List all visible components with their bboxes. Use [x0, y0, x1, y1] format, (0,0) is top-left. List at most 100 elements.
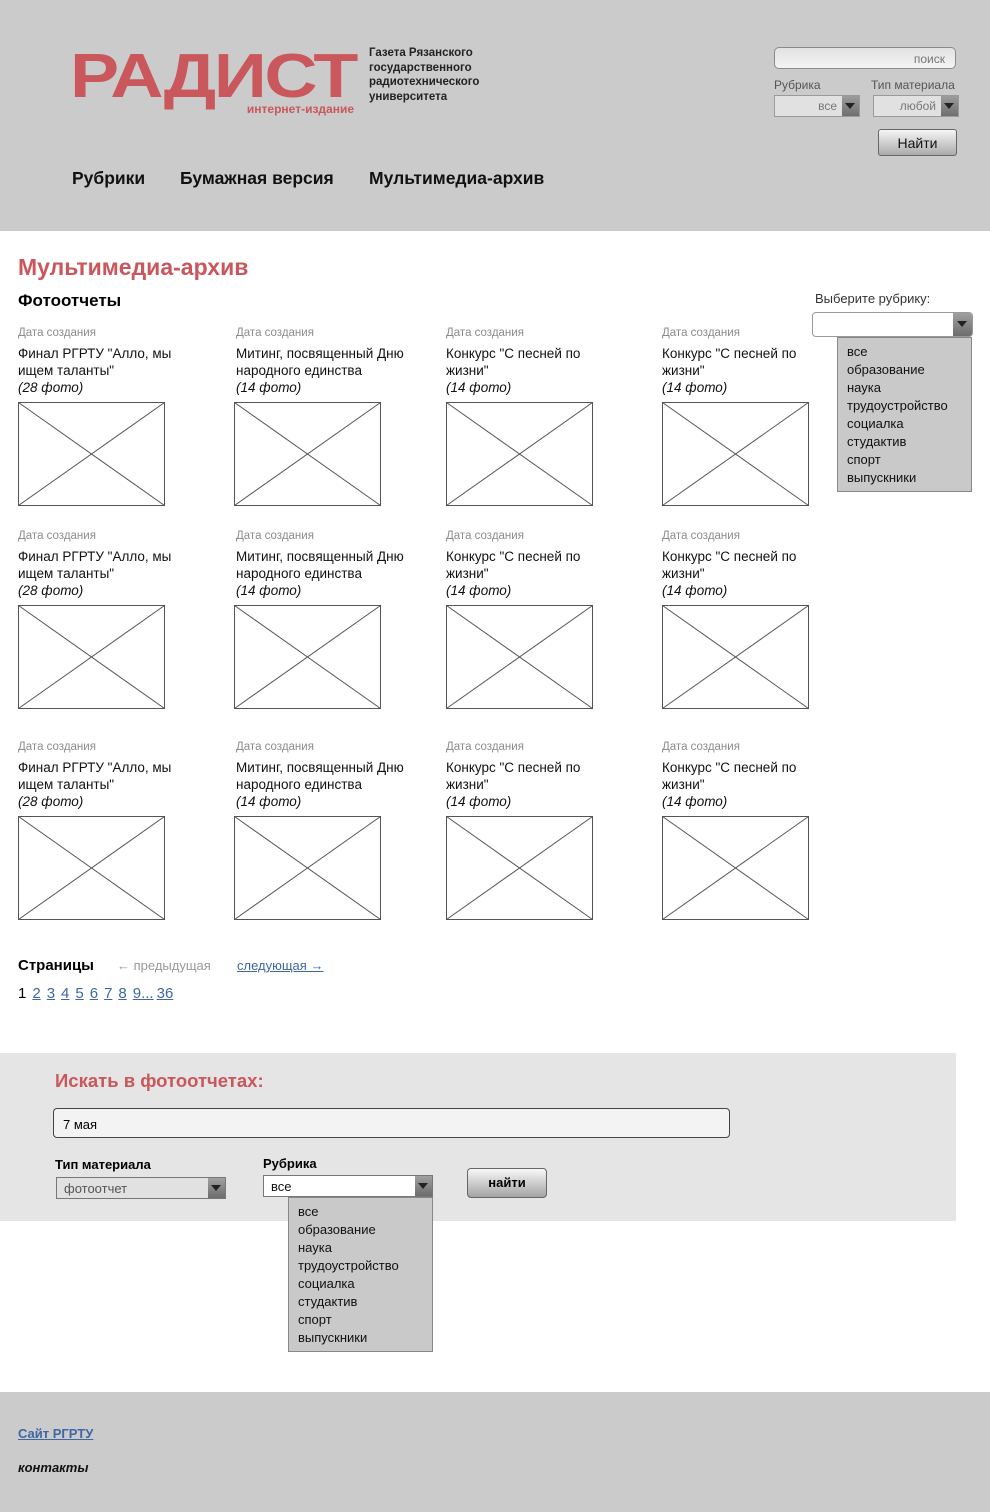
- card-title[interactable]: Конкурс "С песней по жизни": [662, 759, 824, 793]
- card-date: Дата создания: [236, 530, 314, 542]
- photo-report-card[interactable]: Дата создания Митинг, посвященный Дню нар…: [234, 530, 434, 710]
- image-placeholder-icon[interactable]: [446, 605, 594, 710]
- pagination-link[interactable]: 6: [90, 985, 98, 1002]
- dropdown-option[interactable]: студактив: [289, 1293, 432, 1311]
- footer-site-link[interactable]: Сайт РГРТУ: [18, 1426, 93, 1441]
- image-placeholder-icon[interactable]: [234, 816, 382, 921]
- image-placeholder-icon[interactable]: [18, 816, 166, 921]
- page-title: Мультимедиа-архив: [18, 254, 249, 280]
- dropdown-option[interactable]: социалка: [289, 1275, 432, 1293]
- chevron-down-icon[interactable]: [415, 1176, 432, 1196]
- pagination-link[interactable]: 3: [47, 985, 55, 1002]
- card-title[interactable]: Финал РГРТУ "Алло, мы ищем таланты": [18, 345, 180, 379]
- card-date: Дата создания: [18, 741, 96, 753]
- nav-item-rubrics[interactable]: Рубрики: [72, 168, 145, 189]
- card-title[interactable]: Митинг, посвященный Дню народного единст…: [236, 759, 416, 793]
- header-rubric-select[interactable]: все: [774, 95, 860, 117]
- card-title[interactable]: Конкурс "С песней по жизни": [446, 345, 608, 379]
- site-logo[interactable]: РАДИСТ интернет-издание: [70, 42, 361, 117]
- photo-search-title: Искать в фотоотчетах:: [55, 1070, 264, 1091]
- photo-report-card[interactable]: Дата создания Конкурс "С песней по жизни"…: [662, 530, 862, 710]
- photo-report-card[interactable]: Дата создания Митинг, посвященный Дню нар…: [234, 327, 434, 507]
- pagination-link[interactable]: 36: [157, 985, 174, 1002]
- chevron-down-icon[interactable]: [208, 1178, 225, 1198]
- site-tagline: Газета Рязанского государственного радио…: [369, 46, 499, 104]
- header-rubric-label: Рубрика: [774, 78, 821, 92]
- card-title[interactable]: Митинг, посвященный Дню народного единст…: [236, 345, 416, 379]
- photo-report-card[interactable]: Дата создания Конкурс "С песней по жизни"…: [446, 327, 646, 507]
- card-date: Дата создания: [446, 327, 524, 339]
- card-photo-count: (14 фото): [662, 583, 728, 598]
- card-title[interactable]: Конкурс "С песней по жизни": [446, 759, 608, 793]
- card-title[interactable]: Конкурс "С песней по жизни": [662, 345, 824, 379]
- card-photo-count: (14 фото): [236, 583, 302, 598]
- rubric-filter-label: Выберите рубрику:: [815, 291, 931, 306]
- card-date: Дата создания: [18, 530, 96, 542]
- image-placeholder-icon[interactable]: [662, 816, 810, 921]
- pagination-current: 1: [18, 985, 27, 1002]
- card-title[interactable]: Митинг, посвященный Дню народного единст…: [236, 548, 416, 582]
- card-title[interactable]: Финал РГРТУ "Алло, мы ищем таланты": [18, 759, 180, 793]
- header-find-button[interactable]: Найти: [878, 129, 957, 156]
- card-date: Дата создания: [446, 530, 524, 542]
- pagination-link[interactable]: 7: [104, 985, 112, 1002]
- pagination-link[interactable]: 4: [61, 985, 69, 1002]
- header-type-value: любой: [899, 99, 936, 113]
- image-placeholder-icon[interactable]: [234, 402, 382, 507]
- photo-report-card[interactable]: Дата создания Финал РГРТУ "Алло, мы ищем …: [18, 741, 218, 921]
- pagination-link[interactable]: 8: [118, 985, 126, 1002]
- photo-search-button[interactable]: найти: [467, 1168, 547, 1198]
- dropdown-option[interactable]: спорт: [289, 1311, 432, 1329]
- dropdown-option[interactable]: наука: [289, 1239, 432, 1257]
- pagination-link[interactable]: 5: [75, 985, 83, 1002]
- photo-report-card[interactable]: Дата создания Конкурс "С песней по жизни"…: [662, 327, 862, 507]
- logo-wordmark: РАДИСТ: [70, 42, 359, 111]
- pagination-next-link[interactable]: следующая →: [237, 958, 323, 973]
- image-placeholder-icon[interactable]: [18, 605, 166, 710]
- card-date: Дата создания: [236, 741, 314, 753]
- photo-report-card[interactable]: Дата создания Конкурс "С песней по жизни"…: [446, 741, 646, 921]
- header-type-select[interactable]: любой: [873, 95, 959, 117]
- photo-report-card[interactable]: Дата создания Митинг, посвященный Дню нар…: [234, 741, 434, 921]
- dropdown-option[interactable]: все: [289, 1203, 432, 1221]
- site-footer: [0, 1392, 990, 1512]
- card-photo-count: (14 фото): [446, 794, 512, 809]
- photo-report-card[interactable]: Дата создания Финал РГРТУ "Алло, мы ищем …: [18, 530, 218, 710]
- nav-item-multimedia-archive[interactable]: Мультимедиа-архив: [369, 168, 544, 189]
- chevron-down-icon[interactable]: [842, 96, 859, 116]
- image-placeholder-icon[interactable]: [18, 402, 166, 507]
- chevron-down-icon[interactable]: [953, 313, 972, 336]
- pagination-ellipsis[interactable]: ...: [141, 985, 154, 1002]
- nav-item-paper-version[interactable]: Бумажная версия: [180, 168, 334, 189]
- card-title[interactable]: Финал РГРТУ "Алло, мы ищем таланты": [18, 548, 180, 582]
- photo-search-type-select[interactable]: фотоотчет: [56, 1177, 226, 1199]
- card-photo-count: (14 фото): [446, 583, 512, 598]
- image-placeholder-icon[interactable]: [446, 816, 594, 921]
- card-photo-count: (28 фото): [18, 794, 84, 809]
- photo-report-card[interactable]: Дата создания Конкурс "С песней по жизни"…: [446, 530, 646, 710]
- photo-search-rubric-label: Рубрика: [263, 1156, 317, 1171]
- pagination-link[interactable]: 2: [32, 985, 40, 1002]
- pagination-link[interactable]: 9: [133, 985, 141, 1002]
- card-date: Дата создания: [236, 327, 314, 339]
- image-placeholder-icon[interactable]: [662, 605, 810, 710]
- photo-search-input[interactable]: 7 мая: [53, 1108, 730, 1138]
- card-photo-count: (14 фото): [236, 794, 302, 809]
- chevron-down-icon[interactable]: [941, 96, 958, 116]
- card-title[interactable]: Конкурс "С песней по жизни": [446, 548, 608, 582]
- card-title[interactable]: Конкурс "С песней по жизни": [662, 548, 824, 582]
- header-search-input[interactable]: поиск: [774, 47, 956, 69]
- card-date: Дата создания: [18, 327, 96, 339]
- dropdown-option[interactable]: трудоустройство: [289, 1257, 432, 1275]
- photo-report-card[interactable]: Дата создания Финал РГРТУ "Алло, мы ищем …: [18, 327, 218, 507]
- photo-search-type-label: Тип материала: [55, 1157, 151, 1172]
- card-photo-count: (28 фото): [18, 380, 84, 395]
- photo-search-rubric-select[interactable]: все: [263, 1175, 433, 1197]
- image-placeholder-icon[interactable]: [662, 402, 810, 507]
- image-placeholder-icon[interactable]: [234, 605, 382, 710]
- dropdown-option[interactable]: выпускники: [289, 1329, 432, 1347]
- image-placeholder-icon[interactable]: [446, 402, 594, 507]
- photo-search-rubric-value: все: [271, 1179, 292, 1194]
- dropdown-option[interactable]: образование: [289, 1221, 432, 1239]
- photo-report-card[interactable]: Дата создания Конкурс "С песней по жизни"…: [662, 741, 862, 921]
